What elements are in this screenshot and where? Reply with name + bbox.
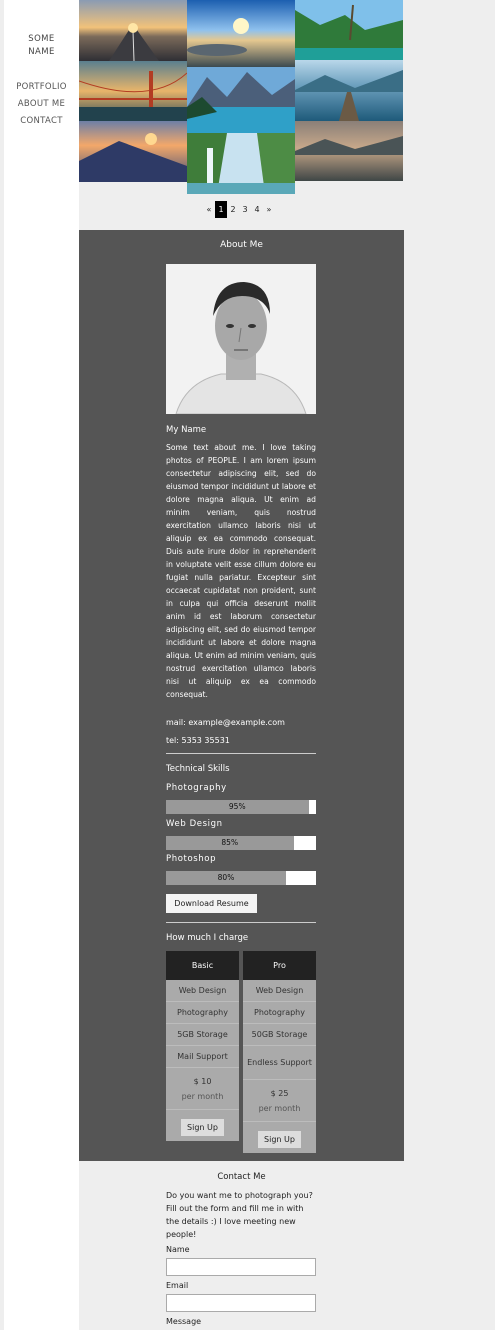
about-section: About Me My Name Some text about me. I l… <box>79 230 404 1161</box>
plan-period: per month <box>181 1092 224 1101</box>
skill-bar-fill: 95% <box>166 800 309 814</box>
profile-bio: Some text about me. I love taking photos… <box>166 443 316 699</box>
skill-bar-photoshop: 80% <box>166 871 316 885</box>
pagination: « 1 2 3 4 » <box>203 201 275 218</box>
plan-price-block: $ 10 per month <box>166 1068 239 1110</box>
sign-up-button-pro[interactable]: Sign Up <box>258 1131 301 1148</box>
pagination-page-1[interactable]: 1 <box>215 201 227 218</box>
download-resume-button[interactable]: Download Resume <box>166 894 257 913</box>
skill-bar-web-design: 85% <box>166 836 316 850</box>
skill-bar-photography: 95% <box>166 800 316 814</box>
photo-gallery <box>79 0 403 194</box>
site-brand[interactable]: SOME NAME <box>4 33 79 59</box>
gallery-photo-sunny-beach[interactable] <box>187 0 295 67</box>
about-heading: About Me <box>220 240 263 250</box>
plan-feature: Mail Support <box>166 1046 239 1068</box>
skill-label-web-design: Web Design <box>166 819 223 829</box>
email-label: Email <box>166 1281 189 1290</box>
message-label: Message <box>166 1317 202 1326</box>
skill-bar-fill: 85% <box>166 836 294 850</box>
plan-price: $ 10 <box>193 1077 212 1086</box>
sign-up-button-basic[interactable]: Sign Up <box>181 1119 224 1136</box>
name-input[interactable] <box>166 1258 316 1276</box>
skill-label-photoshop: Photoshop <box>166 854 217 864</box>
plan-price-block: $ 25 per month <box>243 1080 316 1122</box>
pagination-prev[interactable]: « <box>203 201 215 218</box>
contact-phone-text: tel: 5353 35531 <box>166 736 230 745</box>
plan-feature: Web Design <box>166 980 239 1002</box>
plan-feature: 50GB Storage <box>243 1024 316 1046</box>
plan-feature: Photography <box>243 1002 316 1024</box>
contact-email-text: mail: example@example.com <box>166 718 285 727</box>
pagination-page-4[interactable]: 4 <box>251 201 263 218</box>
divider <box>166 922 316 923</box>
pagination-page-3[interactable]: 3 <box>239 201 251 218</box>
gallery-photo-waterfall[interactable] <box>187 133 295 194</box>
divider <box>166 753 316 754</box>
contact-intro-text: Do you want me to photograph you? Fill o… <box>166 1191 313 1239</box>
nav-portfolio[interactable]: PORTFOLIO <box>4 79 79 96</box>
plan-price: $ 25 <box>270 1089 289 1098</box>
gallery-photo-pier-lake[interactable] <box>295 60 403 121</box>
profile-name: My Name <box>166 425 207 435</box>
plan-feature: Photography <box>166 1002 239 1024</box>
pricing-plan-basic: Basic Web Design Photography 5GB Storage… <box>166 951 239 1141</box>
plan-feature: Endless Support <box>243 1046 316 1080</box>
gallery-photo-tropical-island[interactable] <box>295 0 403 60</box>
nav-about-me[interactable]: ABOUT ME <box>4 96 79 113</box>
sidebar: SOME NAME PORTFOLIO ABOUT ME CONTACT <box>4 0 79 1330</box>
plan-feature: 5GB Storage <box>166 1024 239 1046</box>
gallery-photo-golden-gate-bridge[interactable] <box>79 61 187 121</box>
pricing-heading: How much I charge <box>166 933 249 943</box>
gallery-photo-mountain-lake[interactable] <box>187 67 295 133</box>
pagination-page-2[interactable]: 2 <box>227 201 239 218</box>
skill-bar-fill: 80% <box>166 871 286 885</box>
brand-line-1: SOME <box>28 34 55 44</box>
plan-feature: Web Design <box>243 980 316 1002</box>
plan-name: Basic <box>166 951 239 980</box>
skill-label-photography: Photography <box>166 783 227 793</box>
gallery-photo-misty-lake[interactable] <box>295 121 403 181</box>
brand-line-2: NAME <box>28 47 55 57</box>
profile-photo <box>166 264 316 414</box>
sidebar-nav: PORTFOLIO ABOUT ME CONTACT <box>4 79 79 130</box>
gallery-photo-mountain-sunrise[interactable] <box>79 121 187 182</box>
plan-period: per month <box>258 1104 301 1113</box>
contact-heading: Contact Me <box>217 1172 266 1182</box>
contact-section: Contact Me Do you want me to photograph … <box>79 1161 404 1330</box>
email-input[interactable] <box>166 1294 316 1312</box>
pagination-next[interactable]: » <box>263 201 275 218</box>
pricing-plan-pro: Pro Web Design Photography 50GB Storage … <box>243 951 316 1153</box>
nav-contact[interactable]: CONTACT <box>4 113 79 130</box>
plan-name: Pro <box>243 951 316 980</box>
name-label: Name <box>166 1245 190 1254</box>
skills-heading: Technical Skills <box>166 764 230 774</box>
gallery-photo-road-sunset[interactable] <box>79 0 187 61</box>
